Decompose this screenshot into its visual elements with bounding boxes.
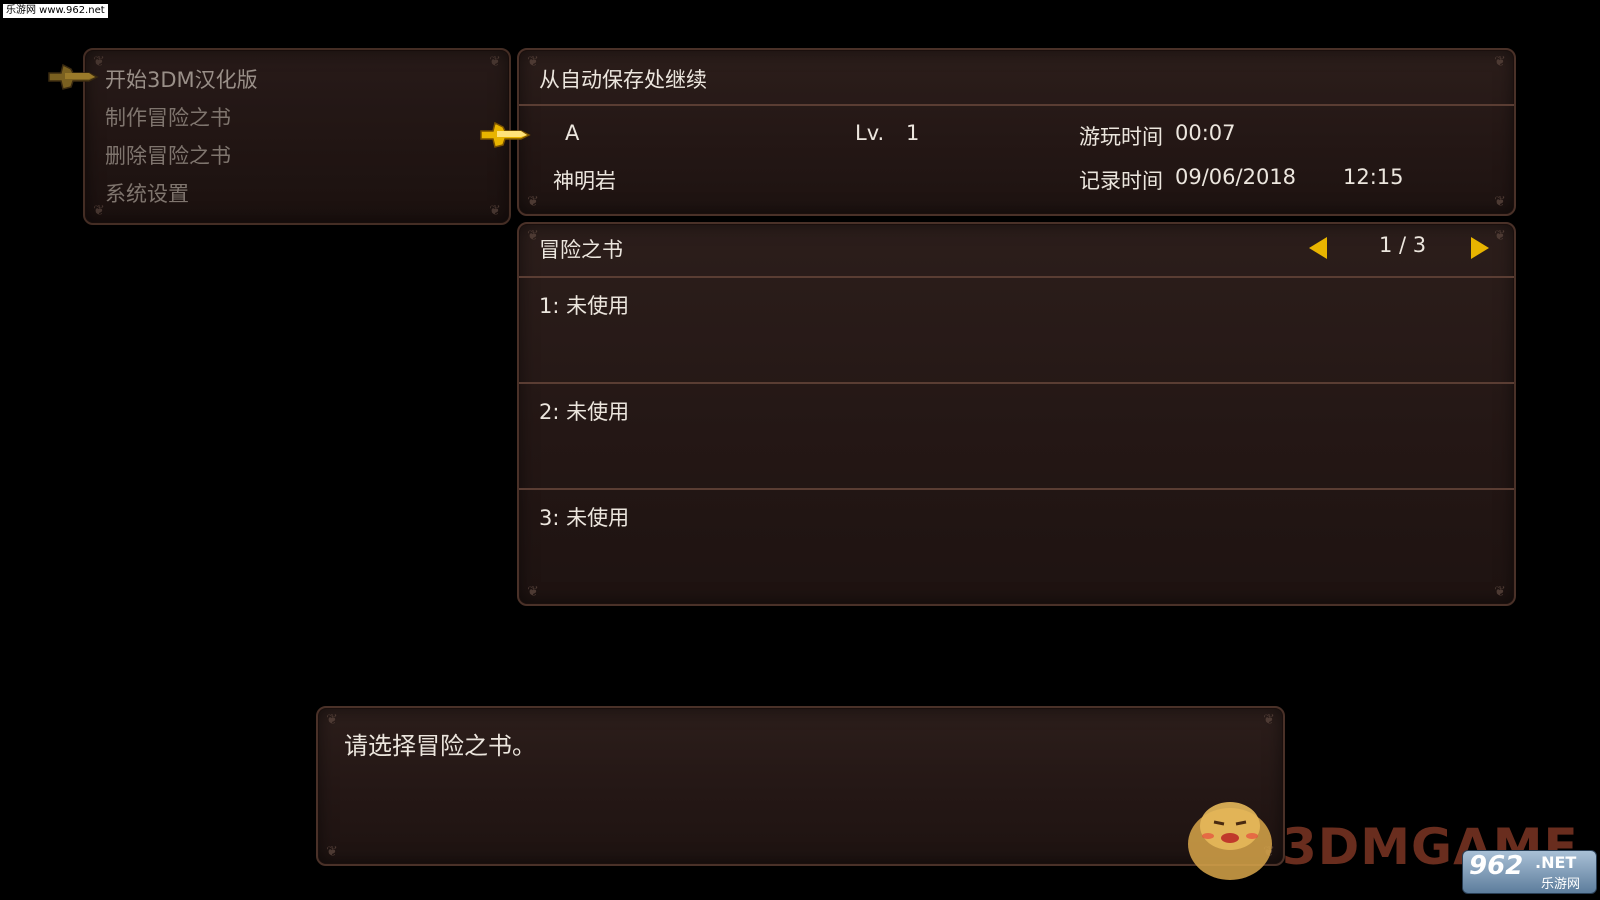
ornament-icon: ❦ bbox=[1263, 712, 1275, 728]
record-date: 09/06/2018 bbox=[1175, 165, 1297, 189]
book-slot-label: 1: 未使用 bbox=[539, 294, 630, 318]
ornament-icon: ❦ bbox=[326, 844, 338, 860]
ornament-icon: ❦ bbox=[489, 54, 501, 70]
ornament-icon: ❦ bbox=[1494, 54, 1506, 70]
autosave-panel: ❦ ❦ ❦ ❦ 从自动保存处继续 A Lv. 1 游玩时间 00:07 神明岩 … bbox=[517, 48, 1516, 216]
menu-item-create-book[interactable]: 制作冒险之书 bbox=[105, 102, 231, 132]
962-watermark: 962 .NET 乐游网 bbox=[1462, 850, 1597, 894]
record-time-label: 记录时间 bbox=[1079, 169, 1163, 193]
hand-pointer-icon bbox=[48, 63, 99, 90]
level-label: Lv. bbox=[855, 121, 885, 145]
divider bbox=[519, 104, 1514, 106]
autosave-title: 从自动保存处继续 bbox=[539, 68, 707, 92]
962-number: 962 bbox=[1469, 851, 1524, 881]
book-slot[interactable]: 1: 未使用 bbox=[519, 278, 1514, 382]
adventure-book-panel: ❦ ❦ ❦ ❦ 冒险之书 1 / 3 1: 未使用 2: 未使用 3: 未使用 bbox=[517, 222, 1516, 606]
page-prev-button[interactable] bbox=[1309, 237, 1327, 259]
ornament-icon: ❦ bbox=[527, 194, 539, 210]
watermark-top: 乐游网 www.962.net bbox=[3, 4, 108, 18]
book-slot[interactable]: 3: 未使用 bbox=[519, 490, 1514, 600]
hand-pointer-icon bbox=[480, 121, 531, 148]
ornament-icon: ❦ bbox=[326, 712, 338, 728]
menu-item-start[interactable]: 开始3DM汉化版 bbox=[105, 64, 258, 94]
mascot-logo-icon bbox=[1188, 802, 1272, 880]
book-slot[interactable]: 2: 未使用 bbox=[519, 384, 1514, 488]
ornament-icon: ❦ bbox=[1494, 194, 1506, 210]
962-net: .NET bbox=[1535, 853, 1577, 872]
page-next-button[interactable] bbox=[1471, 237, 1489, 259]
location-name: 神明岩 bbox=[553, 169, 616, 193]
playtime-value: 00:07 bbox=[1175, 121, 1236, 145]
record-time: 12:15 bbox=[1343, 165, 1404, 189]
level-value: 1 bbox=[906, 121, 920, 145]
menu-item-settings[interactable]: 系统设置 bbox=[105, 178, 189, 208]
menu-item-delete-book[interactable]: 删除冒险之书 bbox=[105, 140, 231, 170]
help-text: 请选择冒险之书。 bbox=[344, 732, 536, 760]
main-menu-panel: ❦ ❦ ❦ ❦ 开始3DM汉化版 制作冒险之书 删除冒险之书 系统设置 bbox=[83, 48, 511, 225]
ornament-icon: ❦ bbox=[489, 203, 501, 219]
playtime-label: 游玩时间 bbox=[1079, 125, 1163, 149]
help-message-panel: ❦ ❦ ❦ ❦ 请选择冒险之书。 bbox=[316, 706, 1285, 866]
962-cn: 乐游网 bbox=[1541, 877, 1581, 892]
book-panel-title: 冒险之书 bbox=[539, 238, 623, 262]
page-indicator: 1 / 3 bbox=[1379, 233, 1427, 257]
book-slot-label: 3: 未使用 bbox=[539, 506, 630, 530]
book-slot-label: 2: 未使用 bbox=[539, 400, 630, 424]
character-name: A bbox=[565, 121, 580, 145]
ornament-icon: ❦ bbox=[1494, 228, 1506, 244]
